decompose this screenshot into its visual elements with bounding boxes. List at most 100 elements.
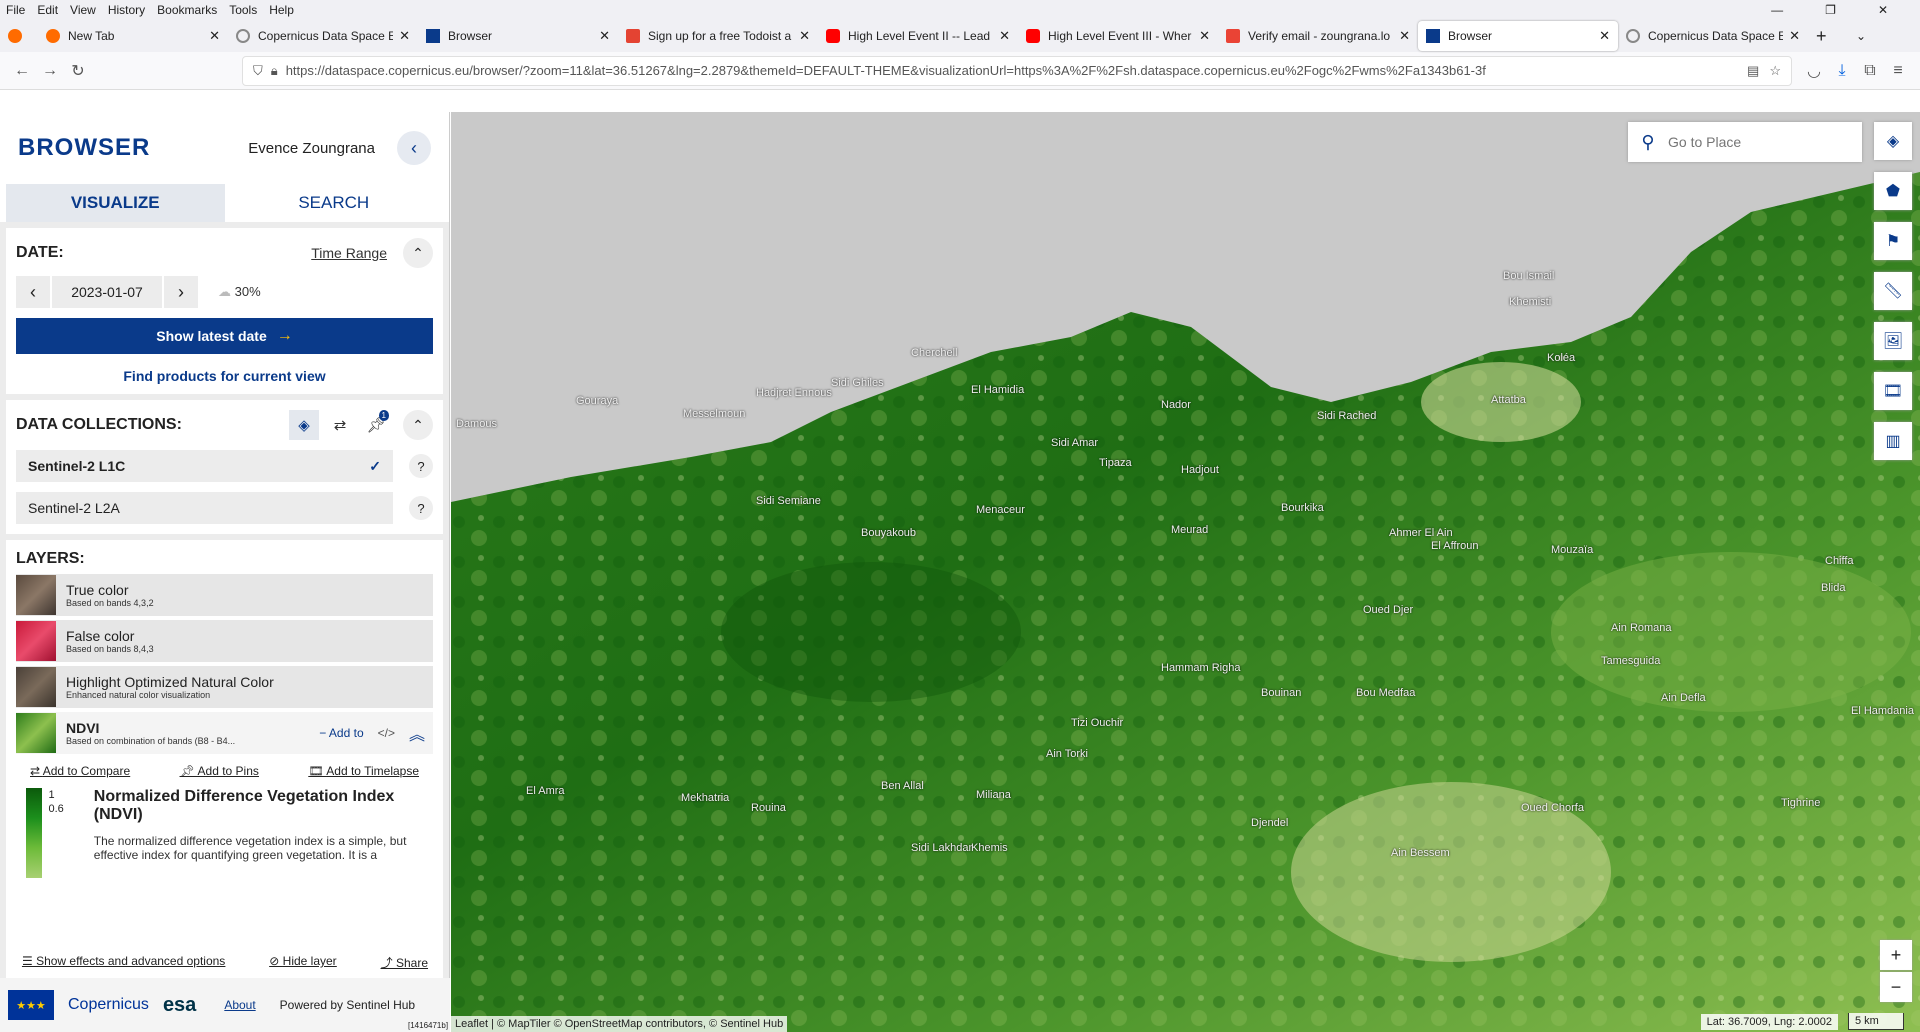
find-products-link[interactable]: Find products for current view (16, 368, 433, 384)
hamburger-menu-icon[interactable]: ≡ (1884, 62, 1912, 80)
tab-close-icon[interactable]: ✕ (1789, 28, 1800, 44)
ruler-icon[interactable]: 📏︎ (1874, 272, 1912, 310)
date-input[interactable]: 2023-01-07 (52, 276, 162, 308)
collapse-sidebar-icon[interactable]: ‹ (397, 131, 431, 165)
add-to-pins-link[interactable]: 📌︎ Add to Pins (180, 764, 259, 778)
browser-tab[interactable]: High Level Event III - Wher ✕ (1018, 21, 1218, 51)
back-arrow-icon[interactable]: ← (8, 62, 36, 80)
minimize-button[interactable]: — (1771, 3, 1783, 17)
add-to-button[interactable]: − Add to (319, 726, 363, 740)
layer-item[interactable]: False color Based on bands 8,4,3 (16, 620, 433, 662)
layer-item[interactable]: True color Based on bands 4,3,2 (16, 574, 433, 616)
chevron-up-icon[interactable]: ⌃ (403, 238, 433, 268)
zoom-out-button[interactable]: − (1880, 972, 1912, 1002)
go-to-place-search[interactable]: ⚲ (1628, 122, 1862, 162)
tab-close-icon[interactable]: ✕ (599, 28, 610, 44)
menu-view[interactable]: View (70, 3, 96, 17)
menu-file[interactable]: File (6, 3, 25, 17)
map-place-label: El Amra (526, 785, 565, 797)
firefox-menu-icon[interactable] (0, 21, 38, 51)
menu-tools[interactable]: Tools (229, 3, 257, 17)
map-attribution[interactable]: Leaflet | © MapTiler © OpenStreetMap con… (451, 1016, 788, 1032)
new-tab-button[interactable]: + (1808, 21, 1848, 51)
tab-close-icon[interactable]: ✕ (399, 28, 410, 44)
lock-icon[interactable]: 🔒︎ (271, 63, 278, 79)
reader-view-icon[interactable]: ▤ (1747, 63, 1759, 79)
browser-tab[interactable]: Verify email - zoungrana.lo ✕ (1218, 21, 1418, 51)
layers-stack-icon[interactable]: ◈ (1874, 122, 1912, 160)
help-icon[interactable]: ? (409, 496, 433, 520)
browser-tab[interactable]: High Level Event II -- Lead ✕ (818, 21, 1018, 51)
search-input[interactable] (1668, 134, 1848, 150)
close-window-button[interactable]: ✕ (1878, 3, 1888, 17)
address-bar[interactable]: ⛉ 🔒︎ https://dataspace.copernicus.eu/bro… (242, 55, 1792, 86)
menu-bookmarks[interactable]: Bookmarks (157, 3, 217, 17)
add-to-label: Add to (328, 726, 364, 740)
tab-close-icon[interactable]: ✕ (209, 28, 220, 44)
help-icon[interactable]: ? (409, 454, 433, 478)
ndvi-map-image[interactable] (451, 112, 1920, 1032)
hide-layer-link[interactable]: ⊘ Hide layer (269, 954, 336, 971)
cloud-coverage[interactable]: ☁ 30% (218, 284, 261, 300)
tab-visualize[interactable]: VISUALIZE (6, 184, 225, 222)
statistics-chart-icon[interactable]: ▥ (1874, 422, 1912, 460)
user-name[interactable]: Evence Zoungrana (248, 140, 375, 157)
share-link[interactable]: ⤴ Share (381, 954, 428, 971)
layer-item-selected[interactable]: NDVI Based on combination of bands (B8 - … (16, 712, 433, 754)
pin-icon[interactable]: 📌︎ 1 (361, 410, 391, 440)
layer-item[interactable]: Highlight Optimized Natural Color Enhance… (16, 666, 433, 708)
tab-favicon-icon (826, 29, 840, 43)
url-text[interactable]: https://dataspace.copernicus.eu/browser/… (286, 63, 1741, 78)
next-date-icon[interactable]: › (164, 276, 198, 308)
about-link[interactable]: About (224, 998, 255, 1012)
browser-tab[interactable]: Browser ✕ (418, 21, 618, 51)
layer-thumbnail (16, 621, 56, 661)
tab-close-icon[interactable]: ✕ (799, 28, 810, 44)
layer-desc: Enhanced natural color visualization (66, 690, 211, 700)
timelapse-film-icon[interactable]: 🎞︎ (1874, 372, 1912, 410)
extensions-icon[interactable]: ⧉ (1856, 62, 1884, 80)
maximize-button[interactable]: ❐ (1825, 3, 1836, 17)
forward-arrow-icon[interactable]: → (36, 62, 64, 80)
show-effects-link[interactable]: ☰ Show effects and advanced options (22, 954, 225, 971)
bookmark-star-icon[interactable]: ☆ (1769, 63, 1781, 79)
download-icon[interactable]: ⤓ (1828, 62, 1856, 80)
browser-tab[interactable]: New Tab ✕ (38, 21, 228, 51)
collection-item[interactable]: Sentinel-2 L1C ✓ (16, 450, 393, 482)
add-to-compare-link[interactable]: ⇄ Add to Compare (30, 764, 130, 778)
polygon-icon[interactable]: ⬟ (1874, 172, 1912, 210)
tab-search[interactable]: SEARCH (225, 184, 444, 222)
browser-tab-active[interactable]: Browser ✕ (1418, 21, 1618, 51)
map-canvas[interactable]: Cherchell Sidi Ghiles Hadjret Ennous Gou… (451, 112, 1920, 1032)
chevron-up-icon[interactable]: ⌃ (403, 410, 433, 440)
menu-help[interactable]: Help (269, 3, 294, 17)
layers-icon[interactable]: ◈ (289, 410, 319, 440)
browser-tab[interactable]: Copernicus Data Space Ec ✕ (228, 21, 418, 51)
tab-list-chevron-icon[interactable]: ⌄ (1848, 21, 1888, 51)
filter-sliders-icon[interactable]: ⇄ (325, 410, 355, 440)
shield-icon[interactable]: ⛉ (253, 63, 263, 79)
show-latest-date-button[interactable]: Show latest date → (16, 318, 433, 354)
add-to-timelapse-link[interactable]: 🎞︎ Add to Timelapse (308, 764, 419, 778)
tab-close-icon[interactable]: ✕ (1599, 28, 1610, 44)
image-download-icon[interactable]: 🖼︎ (1874, 322, 1912, 360)
browser-tab[interactable]: Sign up for a free Todoist a ✕ (618, 21, 818, 51)
code-icon[interactable]: </> (378, 726, 395, 740)
chevrons-up-icon[interactable]: ︽ (409, 721, 425, 745)
zoom-in-button[interactable]: + (1880, 940, 1912, 970)
reload-icon[interactable]: ↻ (64, 61, 92, 81)
menu-edit[interactable]: Edit (37, 3, 58, 17)
menu-history[interactable]: History (108, 3, 145, 17)
pocket-icon[interactable]: ◡ (1800, 61, 1828, 81)
search-icon[interactable]: ⚲ (1628, 132, 1668, 153)
tab-close-icon[interactable]: ✕ (999, 28, 1010, 44)
tab-close-icon[interactable]: ✕ (1199, 28, 1210, 44)
time-range-link[interactable]: Time Range (311, 245, 387, 261)
prev-date-icon[interactable]: ‹ (16, 276, 50, 308)
powered-by-text: Powered by Sentinel Hub (279, 998, 416, 1012)
browser-tab[interactable]: Copernicus Data Space Ec ✕ (1618, 21, 1808, 51)
collection-item[interactable]: Sentinel-2 L2A (16, 492, 393, 524)
map-place-label: Sidi Semiane (756, 495, 821, 507)
map-pin-icon[interactable]: ⚑ (1874, 222, 1912, 260)
tab-close-icon[interactable]: ✕ (1399, 28, 1410, 44)
